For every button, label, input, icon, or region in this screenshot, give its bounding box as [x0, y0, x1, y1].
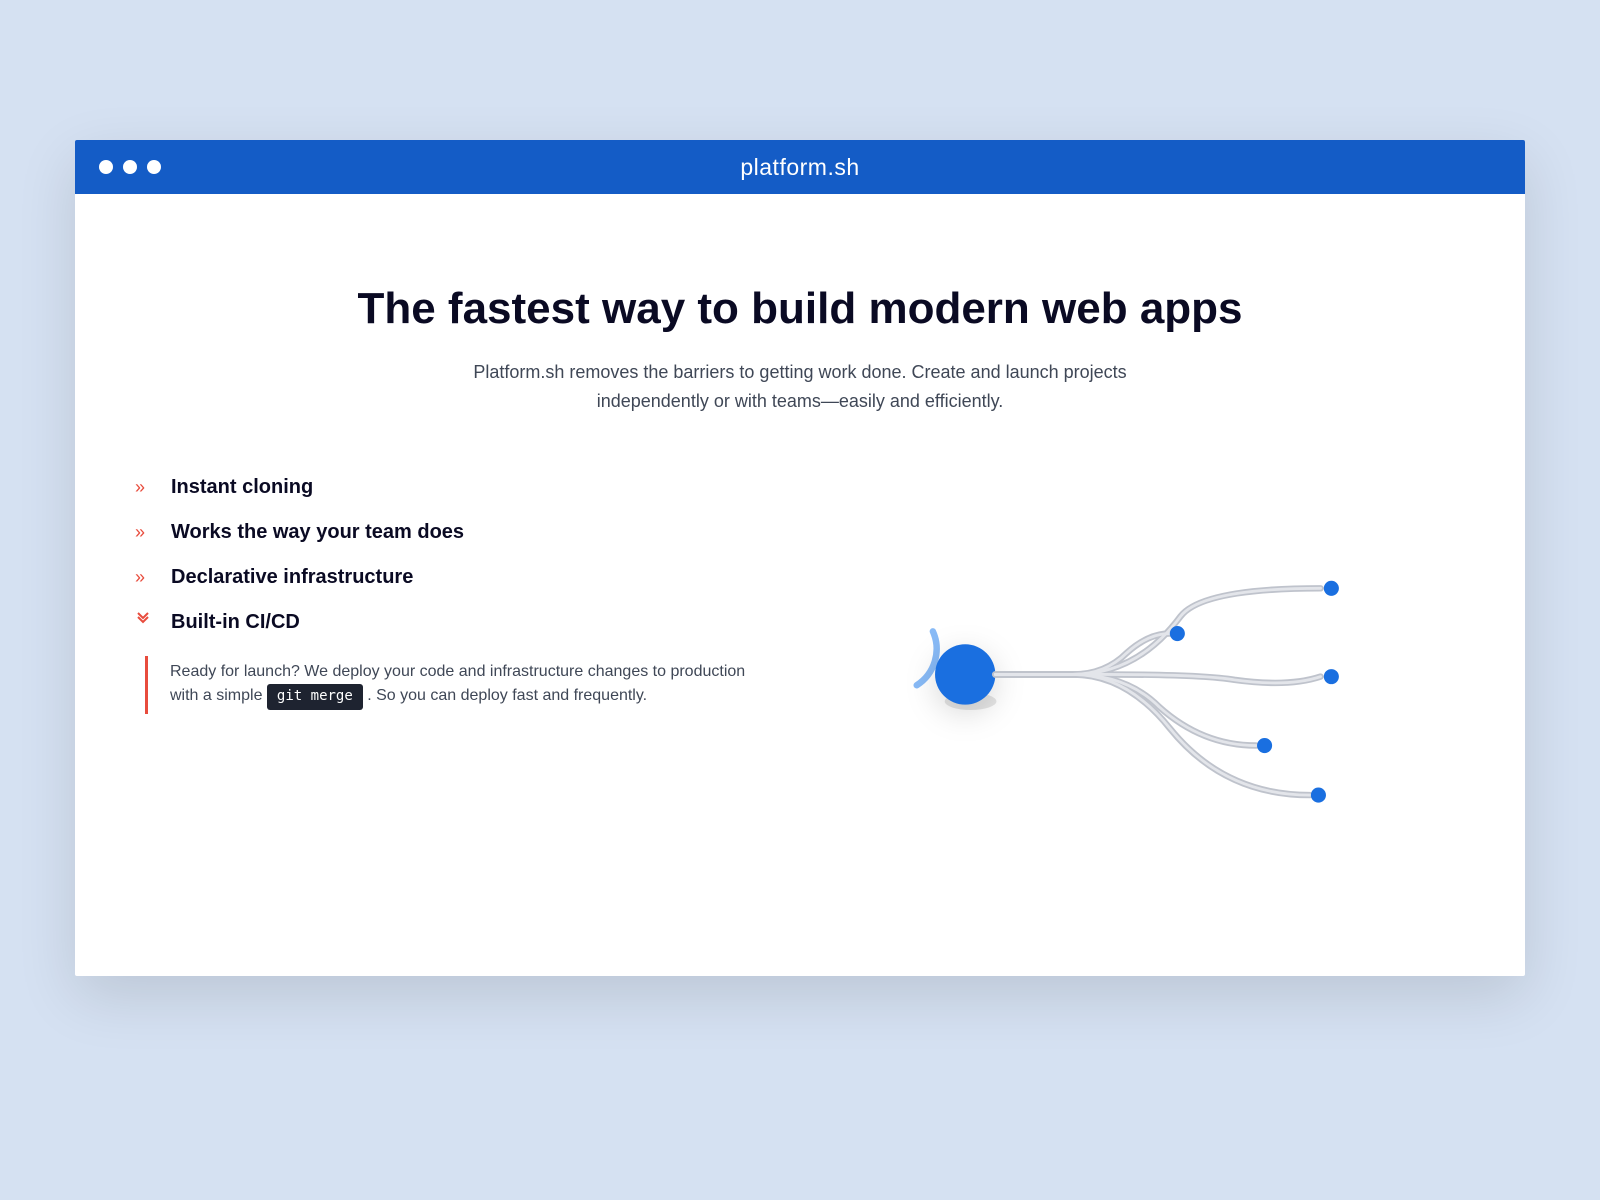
address-title: platform.sh: [75, 154, 1525, 181]
feature-builtin-cicd[interactable]: Built-in CI/CD: [135, 611, 790, 634]
inline-code: git merge: [267, 684, 363, 710]
hero-subtitle: Platform.sh removes the barriers to gett…: [420, 358, 1180, 416]
feature-instant-cloning[interactable]: » Instant cloning: [135, 476, 790, 499]
feature-label: Works the way your team does: [171, 521, 464, 544]
feature-label: Built-in CI/CD: [171, 611, 300, 634]
feature-label: Declarative infrastructure: [171, 566, 413, 589]
chevron-right-icon: »: [135, 477, 155, 498]
chevron-right-icon: »: [135, 522, 155, 543]
window-dot-close[interactable]: [99, 160, 113, 174]
feature-list: » Instant cloning » Works the way your t…: [135, 476, 790, 714]
titlebar: platform.sh: [75, 140, 1525, 194]
content-columns: » Instant cloning » Works the way your t…: [135, 476, 1465, 836]
page-content: The fastest way to build modern web apps…: [75, 194, 1525, 976]
branching-illustration: [810, 556, 1465, 836]
browser-window: platform.sh The fastest way to build mod…: [75, 140, 1525, 976]
window-dot-minimize[interactable]: [123, 160, 137, 174]
feature-label: Instant cloning: [171, 476, 313, 499]
window-controls: [99, 160, 161, 174]
window-dot-maximize[interactable]: [147, 160, 161, 174]
chevron-right-icon: »: [135, 567, 155, 588]
feature-description-post: . So you can deploy fast and frequently.: [367, 687, 647, 704]
feature-works-team[interactable]: » Works the way your team does: [135, 521, 790, 544]
chevron-down-icon: [135, 612, 155, 633]
feature-description: Ready for launch? We deploy your code an…: [145, 656, 765, 714]
hero-title: The fastest way to build modern web apps: [135, 284, 1465, 334]
feature-declarative-infra[interactable]: » Declarative infrastructure: [135, 566, 790, 589]
